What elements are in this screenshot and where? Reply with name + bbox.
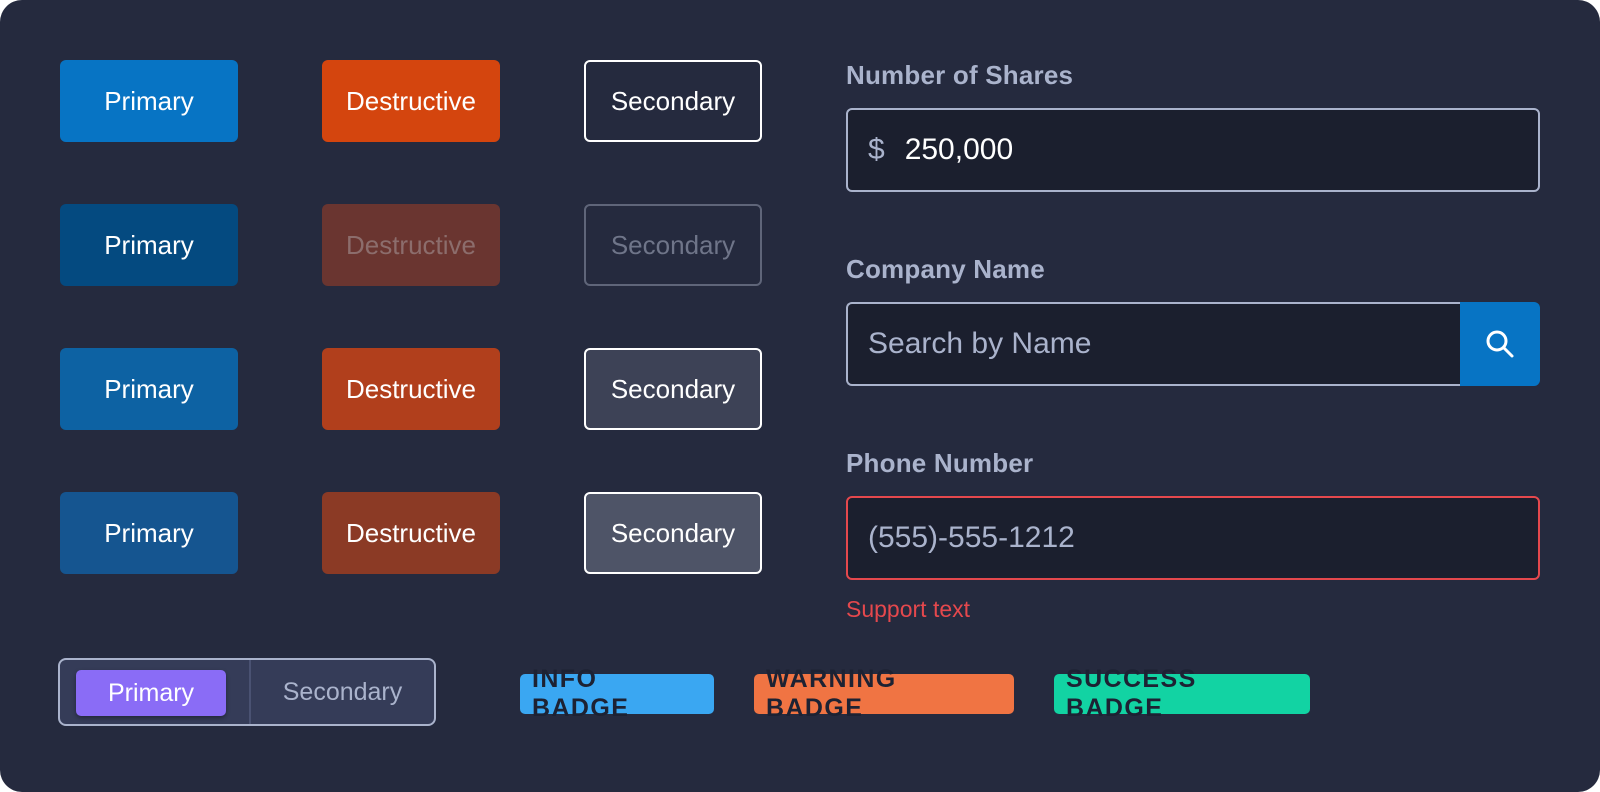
secondary-button-focus[interactable]: Secondary <box>584 492 762 574</box>
phone-input[interactable] <box>868 521 1538 555</box>
phone-support-text: Support text <box>846 596 971 622</box>
company-search-field[interactable] <box>846 302 1460 386</box>
info-badge: INFO BADGE <box>520 665 714 722</box>
phone-label: Phone Number <box>846 448 1034 478</box>
search-icon <box>1486 330 1514 358</box>
secondary-button-default[interactable]: Secondary <box>584 60 762 142</box>
destructive-button-disabled: Destructive <box>322 204 500 286</box>
currency-symbol: $ <box>868 133 885 166</box>
component-panel: Primary Primary Primary Primary Destruct… <box>0 0 1600 792</box>
primary-button-default[interactable]: Primary <box>60 60 238 142</box>
company-label: Company Name <box>846 254 1045 284</box>
destructive-button-default[interactable]: Destructive <box>322 60 500 142</box>
company-search-input[interactable] <box>868 327 1460 361</box>
shares-label: Number of Shares <box>846 60 1074 90</box>
secondary-button-disabled: Secondary <box>584 204 762 286</box>
phone-field[interactable] <box>846 496 1540 580</box>
segment-secondary[interactable]: Secondary <box>251 660 434 724</box>
destructive-button-focus[interactable]: Destructive <box>322 492 500 574</box>
segment-primary[interactable]: Primary <box>76 670 226 716</box>
shares-field[interactable]: $ <box>846 108 1540 192</box>
primary-button-pressed[interactable]: Primary <box>60 204 238 286</box>
warning-badge: WARNING BADGE <box>754 665 1014 722</box>
shares-input[interactable] <box>904 133 1538 167</box>
search-button[interactable] <box>1460 302 1540 386</box>
success-badge: SUCCESS BADGE <box>1054 665 1310 722</box>
segmented-control: Primary Secondary <box>58 658 436 726</box>
primary-button-hover[interactable]: Primary <box>60 348 238 430</box>
destructive-button-hover[interactable]: Destructive <box>322 348 500 430</box>
secondary-button-hover[interactable]: Secondary <box>584 348 762 430</box>
primary-button-focus[interactable]: Primary <box>60 492 238 574</box>
